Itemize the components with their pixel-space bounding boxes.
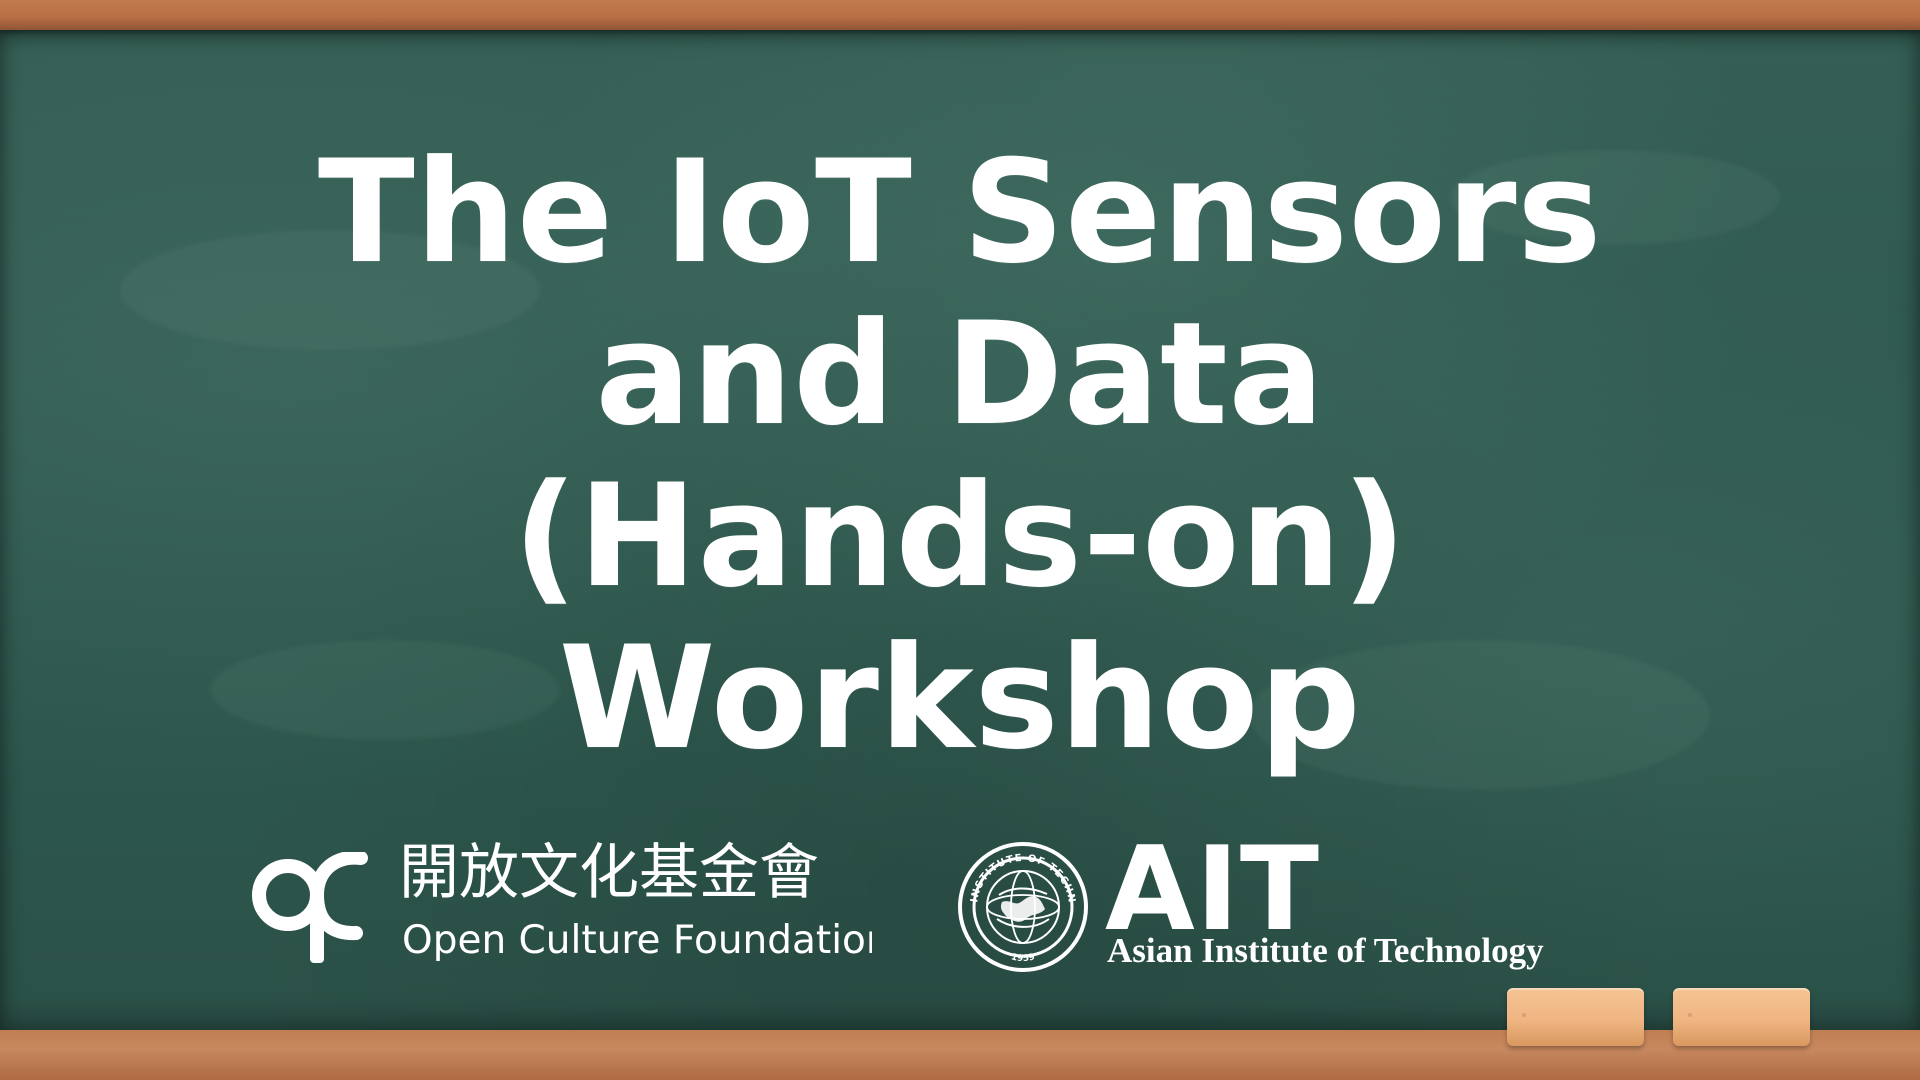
chalkboard-scene: The IoT Sensors and Data (Hands-on) Work… <box>0 0 1920 1080</box>
open-culture-foundation-logo: 開放文化基金會 Open Culture Foundation <box>250 840 876 963</box>
title-line: (Hands-on) <box>512 454 1408 619</box>
ait-logo: ASIAN INSTITUTE OF TECHNOLOGY 1959 AIT A… <box>955 832 1605 979</box>
ocf-logo-icon <box>252 852 368 963</box>
chalkboard-eraser <box>1507 988 1644 1046</box>
chalkboard-eraser <box>1673 988 1810 1046</box>
ait-seal-icon: ASIAN INSTITUTE OF TECHNOLOGY 1959 <box>955 839 1088 972</box>
title-line: and Data <box>595 292 1325 457</box>
ocf-english-name: Open Culture Foundation <box>402 918 872 963</box>
chalkboard-top-frame <box>0 0 1920 30</box>
title-line: Workshop <box>558 616 1362 781</box>
ait-seal-text: ASIAN INSTITUTE OF TECHNOLOGY <box>955 839 1077 907</box>
workshop-title: The IoT Sensors and Data (Hands-on) Work… <box>240 132 1680 780</box>
ait-full-name: Asian Institute of Technology <box>1107 931 1544 970</box>
ait-seal-year: 1959 <box>1010 952 1036 964</box>
title-line: The IoT Sensors <box>317 130 1603 295</box>
ocf-chinese-name: 開放文化基金會 <box>399 840 819 906</box>
